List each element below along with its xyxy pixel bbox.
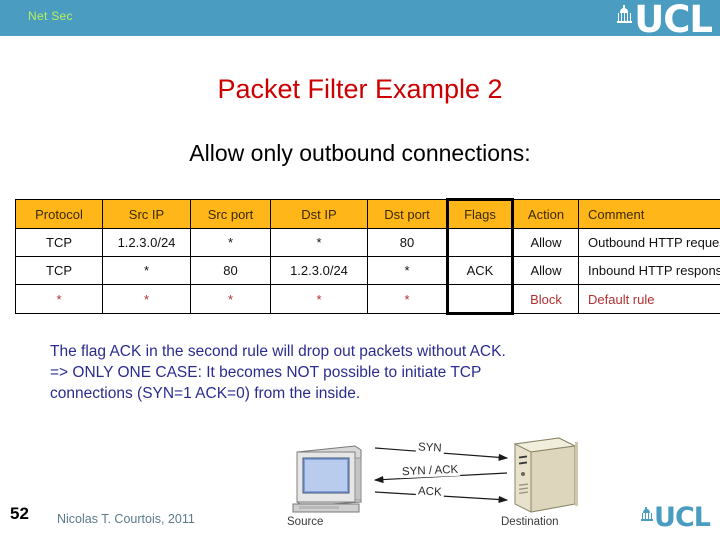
cell-action: Block <box>512 284 579 314</box>
explanation-line-1: The flag ACK in the second rule will dro… <box>50 343 506 360</box>
column-header-dst-ip: Dst IP <box>270 199 368 229</box>
page-title: Packet Filter Example 2 <box>217 74 503 104</box>
cell-action: Allow <box>512 228 579 257</box>
page-subtitle: Allow only outbound connections: <box>189 140 531 166</box>
column-header-flags: Flags <box>446 198 514 229</box>
cell-dst-ip: 1.2.3.0/24 <box>270 256 368 285</box>
cell-flags: ACK <box>446 256 514 285</box>
figure-label-destination: Destination <box>501 516 559 528</box>
cell-src-ip: * <box>102 256 191 285</box>
cell-src-port: * <box>190 228 271 257</box>
packet-filter-rules-table: Protocol Src IP Src port Dst IP Dst port… <box>15 198 720 315</box>
ucl-dome-icon <box>617 5 633 25</box>
column-header-protocol: Protocol <box>15 199 103 229</box>
arrow-label-syn: SYN <box>415 441 444 455</box>
ucl-logo-text: UCL <box>634 0 713 41</box>
cell-src-port: * <box>190 284 271 314</box>
source-computer-icon <box>292 445 362 513</box>
cell-src-port: 80 <box>190 256 271 285</box>
header-bar: Net Sec UCL <box>0 0 720 41</box>
arrow-label-ack: ACK <box>415 485 444 499</box>
table-row: TCP * 80 1.2.3.0/24 * ACK Allow Inbound … <box>15 256 720 285</box>
table-header-row: Protocol Src IP Src port Dst IP Dst port… <box>15 198 720 229</box>
cell-action: Allow <box>512 256 579 285</box>
ucl-logo-header: UCL <box>617 0 713 41</box>
ucl-logo-text: UCL <box>654 502 711 533</box>
cell-protocol: * <box>15 284 103 314</box>
tcp-handshake-diagram: SYN SYN / ACK ACK Source Destination <box>283 428 603 534</box>
explanation-text: The flag ACK in the second rule will dro… <box>50 341 670 404</box>
table-row: * * * * * Block Default rule <box>15 284 720 315</box>
cell-protocol: TCP <box>15 228 103 257</box>
cell-flags <box>446 284 514 315</box>
cell-dst-port: 80 <box>367 228 448 257</box>
cell-dst-ip: * <box>270 228 368 257</box>
table-row: TCP 1.2.3.0/24 * * 80 Allow Outbound HTT… <box>15 228 720 257</box>
cell-comment: Outbound HTTP requests <box>578 228 720 257</box>
explanation-line-2: => ONLY ONE CASE: It becomes NOT possibl… <box>50 364 482 381</box>
column-header-dst-port: Dst port <box>367 199 448 229</box>
cell-protocol: TCP <box>15 256 103 285</box>
cell-flags <box>446 228 514 257</box>
course-label: Net Sec <box>28 9 73 23</box>
cell-src-ip: 1.2.3.0/24 <box>102 228 191 257</box>
cell-comment: Default rule <box>578 284 720 314</box>
column-header-src-port: Src port <box>190 199 271 229</box>
cell-dst-ip: * <box>270 284 368 314</box>
cell-dst-port: * <box>367 284 448 314</box>
ucl-dome-icon <box>641 507 654 522</box>
column-header-action: Action <box>512 199 579 229</box>
column-header-comment: Comment <box>578 199 720 229</box>
author-credit: Nicolas T. Courtois, 2011 <box>57 512 195 526</box>
destination-server-icon <box>513 437 578 513</box>
explanation-line-3: connections (SYN=1 ACK=0) from the insid… <box>50 385 361 402</box>
cell-dst-port: * <box>367 256 448 285</box>
column-header-src-ip: Src IP <box>102 199 191 229</box>
cell-comment: Inbound HTTP responses <box>578 256 720 285</box>
cell-src-ip: * <box>102 284 191 314</box>
ucl-logo-footer: UCL <box>641 502 711 533</box>
page-number: 52 <box>10 504 29 523</box>
figure-label-source: Source <box>287 516 324 528</box>
